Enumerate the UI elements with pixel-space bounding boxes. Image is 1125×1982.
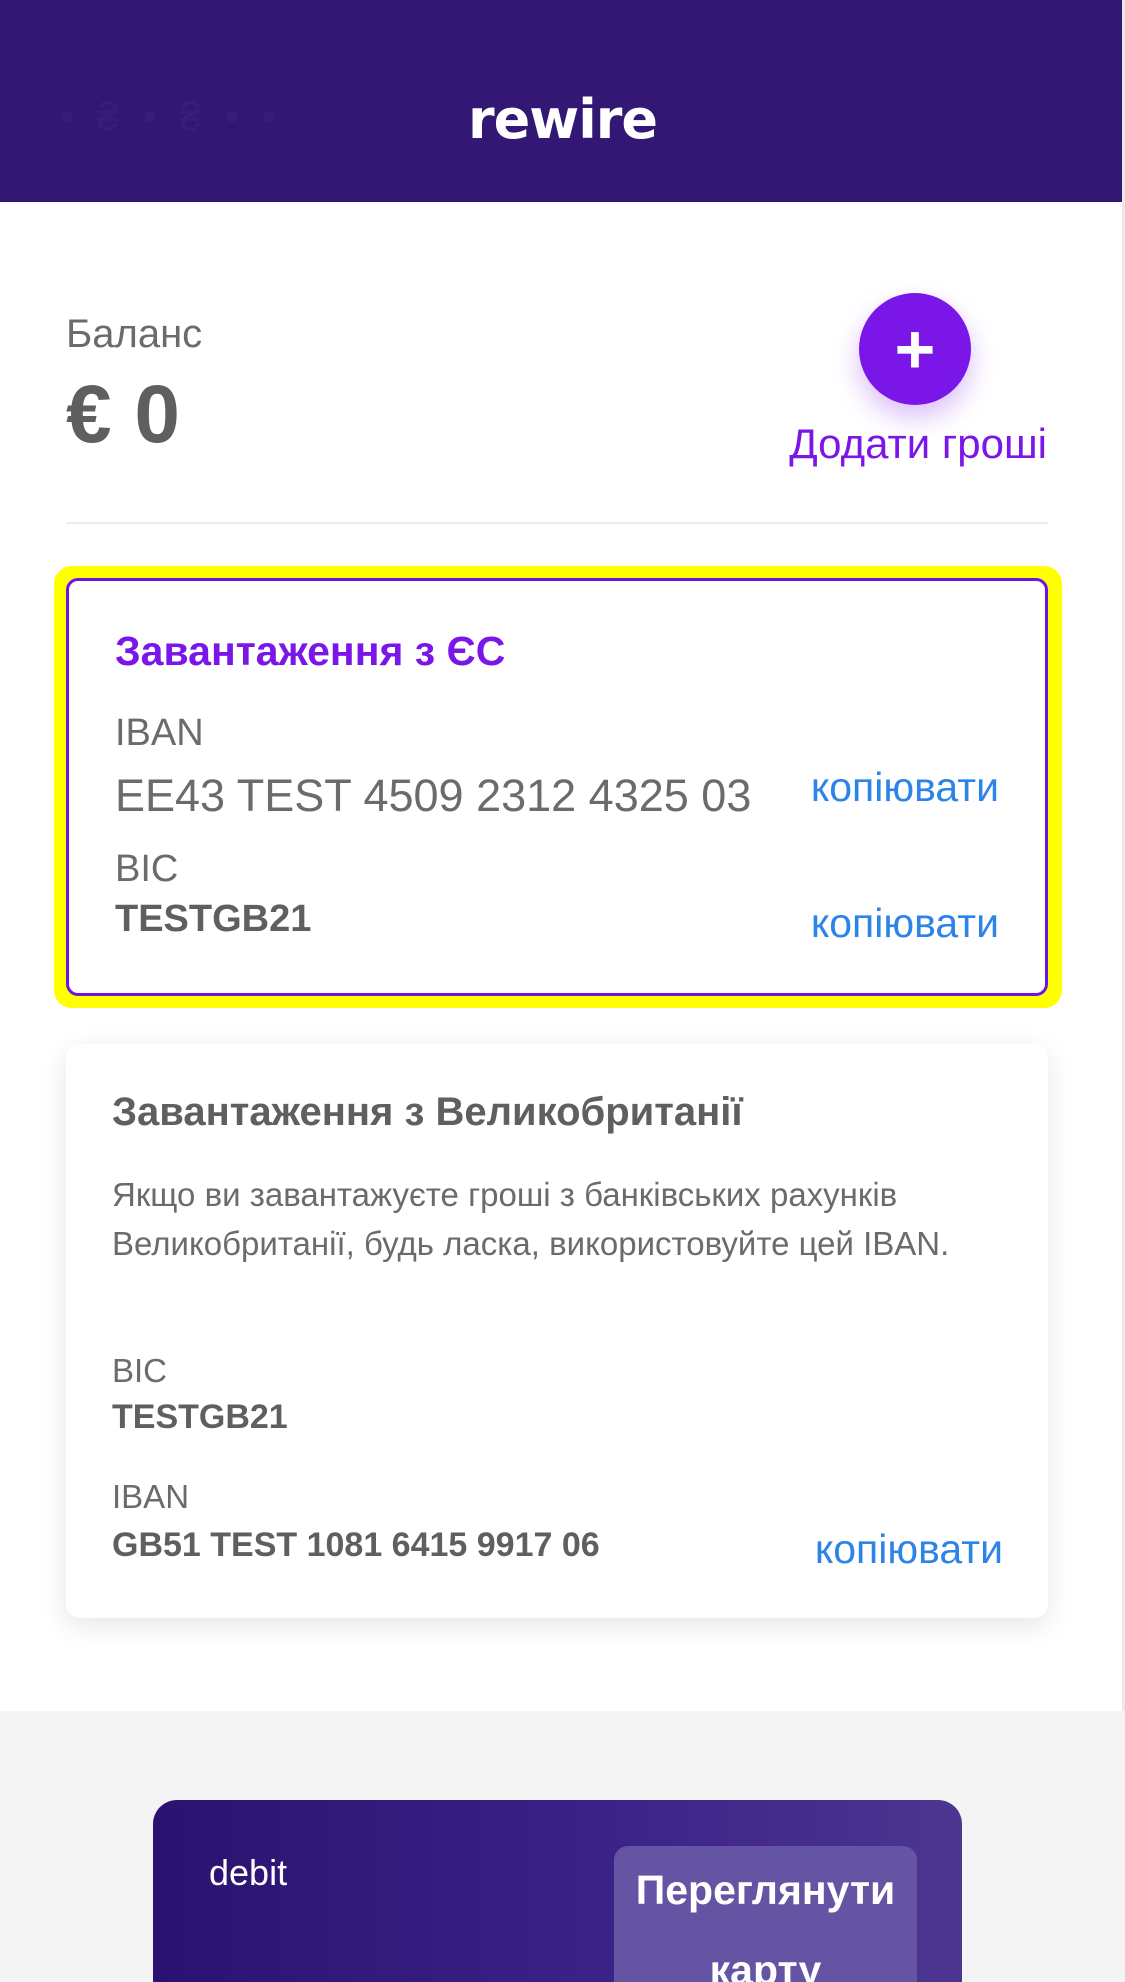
view-card-button[interactable]: Переглянути карту (614, 1846, 917, 1982)
eu-bic-label: BIC (115, 848, 179, 890)
app-header: • ₴ • ₴ • • rewire (0, 0, 1125, 202)
add-money-label[interactable]: Додати гроші (789, 420, 1047, 468)
balance-value: € 0 (66, 369, 180, 460)
uk-card-title: Завантаження з Великобританії (112, 1090, 743, 1134)
add-money-button[interactable]: + (859, 293, 971, 405)
uk-bic-value: TESTGB21 (112, 1398, 288, 1436)
plus-icon: + (894, 310, 936, 388)
debit-card-label: debit (209, 1852, 288, 1893)
uk-iban-label: IBAN (112, 1478, 190, 1515)
uk-card-description: Якщо ви завантажуєте гроші з банківських… (112, 1176, 950, 1262)
balance-label: Баланс (66, 312, 203, 356)
divider (66, 522, 1048, 524)
eu-bic-value: TESTGB21 (115, 898, 312, 940)
eu-iban-value: EE43 TEST 4509 2312 4325 03 (115, 770, 752, 821)
uk-bic-label: BIC (112, 1352, 168, 1389)
debit-card: debit Переглянути карту (153, 1800, 962, 1982)
uk-iban-copy-button[interactable]: копіювати (815, 1526, 1003, 1573)
uk-iban-value: GB51 TEST 1081 6415 9917 06 (112, 1526, 600, 1564)
eu-iban-copy-button[interactable]: копіювати (811, 764, 999, 811)
eu-bic-copy-button[interactable]: копіювати (811, 900, 999, 947)
eu-iban-label: IBAN (115, 712, 204, 754)
rewire-logo: rewire (468, 88, 658, 151)
eu-card-title: Завантаження з ЄС (115, 628, 506, 674)
